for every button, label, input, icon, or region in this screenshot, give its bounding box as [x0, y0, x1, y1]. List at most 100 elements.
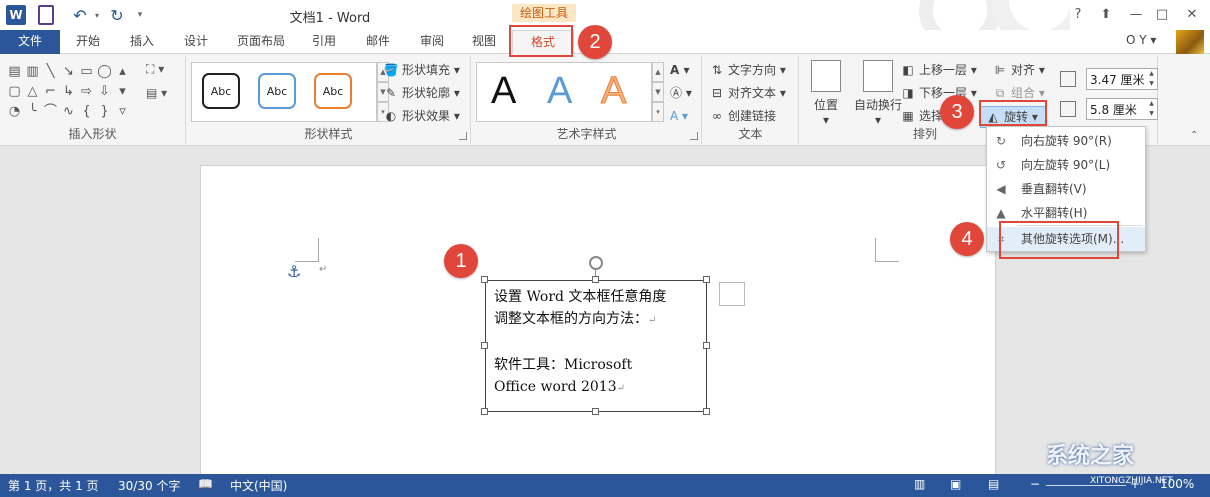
shape-effects-label: 形状效果 [402, 109, 451, 123]
more-shapes-down-icon[interactable]: ▾ [114, 82, 131, 101]
tab-page-layout[interactable]: 页面布局 [226, 30, 296, 54]
document-page[interactable]: ⚓ ↵ 设置 Word 文本框任意角度 调整文本框的方向方法：↵ 软件工具：Mi… [200, 165, 996, 485]
customize-quick-access-icon[interactable]: ▾ [134, 5, 146, 25]
right-arrow-shape-icon[interactable]: ⇨ [78, 82, 95, 101]
line-shape-icon[interactable]: ╲ [42, 62, 59, 81]
shape-style-option[interactable]: Abc [202, 73, 240, 109]
gallery-scroll-up-icon[interactable]: ▲ [652, 62, 664, 82]
wordart-gallery[interactable]: A A A [476, 62, 652, 122]
position-button[interactable]: 位置 ▾ [804, 60, 848, 127]
gallery-more-icon[interactable]: ▾ [652, 102, 664, 122]
avatar[interactable] [1176, 30, 1204, 54]
proofing-icon[interactable]: 📖 [198, 477, 213, 491]
undo-icon[interactable]: ↶ [68, 5, 92, 25]
oval-shape-icon[interactable]: ◯ [96, 62, 113, 81]
tab-review[interactable]: 审阅 [406, 30, 458, 54]
undo-dropdown-icon[interactable]: ▾ [92, 5, 102, 25]
resize-handle[interactable] [481, 276, 488, 283]
gallery-scroll-down-icon[interactable]: ▼ [652, 82, 664, 102]
tab-design[interactable]: 设计 [170, 30, 222, 54]
create-link-button[interactable]: ∞ 创建链接 [709, 106, 776, 126]
height-spinner-icon[interactable]: ▲ ▼ [1146, 69, 1157, 89]
wordart-style-option[interactable]: A [600, 69, 626, 113]
shape-effects-button[interactable]: ◐ 形状效果 ▾ [383, 106, 460, 126]
edit-shape-icon[interactable]: ⛶ ▾ [146, 62, 176, 80]
left-brace-shape-icon[interactable]: { [78, 102, 95, 121]
align-button[interactable]: ⊫ 对齐 ▾ [992, 60, 1045, 80]
triangle-shape-icon[interactable]: △ [24, 82, 41, 101]
dialog-launcher-icon[interactable] [459, 132, 467, 140]
ribbon-display-options-icon[interactable]: ⬆ [1094, 4, 1118, 26]
shapes-gallery-more-icon[interactable]: ▿ [114, 102, 131, 121]
freeform-shape-icon[interactable]: ◔ [6, 102, 23, 121]
tab-home[interactable]: 开始 [62, 30, 114, 54]
language-status[interactable]: 中文(中国) [230, 477, 287, 494]
text-fill-icon[interactable]: A ▾ [670, 60, 690, 80]
draw-textbox-icon[interactable]: ▤ ▾ [146, 86, 176, 104]
arrow-line-shape-icon[interactable]: ↘ [60, 62, 77, 81]
down-arrow-shape-icon[interactable]: ⇩ [96, 82, 113, 101]
selection-pane-button[interactable]: ▦ 选择 [900, 106, 943, 126]
shape-fill-button[interactable]: 🪣 形状填充 ▾ [383, 60, 460, 80]
redo-icon[interactable]: ↻ [108, 5, 126, 25]
text-outline-icon[interactable]: Ⓐ ▾ [670, 83, 692, 103]
right-brace-shape-icon[interactable]: } [96, 102, 113, 121]
resize-handle[interactable] [592, 276, 599, 283]
help-button[interactable]: ? [1066, 4, 1090, 26]
align-text-button[interactable]: ⊟ 对齐文本 ▾ [709, 83, 786, 103]
menu-item-rotate-left[interactable]: ↺ 向左旋转 90°(L) [987, 153, 1145, 177]
shape-style-option[interactable]: Abc [314, 73, 352, 109]
menu-item-rotate-right[interactable]: ↻ 向右旋转 90°(R) [987, 129, 1145, 153]
arc-shape-icon[interactable]: ⌒ [42, 102, 59, 121]
rectangle-shape-icon[interactable]: ▭ [78, 62, 95, 81]
maximize-button[interactable]: □ [1150, 4, 1174, 26]
rounded-rect-shape-icon[interactable]: ▢ [6, 82, 23, 101]
print-layout-icon[interactable]: ▣ [950, 477, 961, 491]
elbow-arrow-shape-icon[interactable]: ↳ [60, 82, 77, 101]
zoom-out-icon[interactable]: − [1030, 477, 1040, 491]
width-spinner-icon[interactable]: ▲ ▼ [1146, 99, 1157, 119]
save-icon[interactable] [38, 5, 54, 25]
tab-mailings[interactable]: 邮件 [352, 30, 404, 54]
bring-forward-button[interactable]: ◧ 上移一层 ▾ [900, 60, 977, 80]
resize-handle[interactable] [703, 342, 710, 349]
shape-style-gallery[interactable]: Abc Abc Abc [191, 62, 377, 122]
menu-item-flip-vertical[interactable]: ◀ 垂直翻转(V) [987, 177, 1145, 201]
resize-handle[interactable] [703, 276, 710, 283]
shape-outline-button[interactable]: ✎ 形状轮廓 ▾ [383, 83, 460, 103]
tab-view[interactable]: 视图 [460, 30, 508, 54]
page-count-status[interactable]: 第 1 页，共 1 页 [8, 477, 99, 494]
tab-file[interactable]: 文件 [0, 30, 60, 54]
wave-shape-icon[interactable]: ∿ [60, 102, 77, 121]
minimize-button[interactable]: — [1124, 4, 1148, 26]
text-effects-icon[interactable]: A ▾ [670, 106, 688, 126]
curve-shape-icon[interactable]: ╰ [24, 102, 41, 121]
shapes-gallery[interactable]: ▤ ▥ ╲ ↘ ▭ ◯ ▴ ▢ △ ⌐ ↳ ⇨ ⇩ ▾ ◔ ╰ ⌒ ∿ { } … [6, 62, 128, 122]
collapse-ribbon-icon[interactable]: ⌃ [1190, 130, 1198, 141]
web-layout-icon[interactable]: ▤ [988, 477, 999, 491]
text-direction-icon: ⇅ [711, 63, 723, 77]
tab-references[interactable]: 引用 [298, 30, 350, 54]
tab-insert[interactable]: 插入 [116, 30, 168, 54]
textbox-line: Office word 2013↵ [494, 376, 698, 400]
rotation-handle[interactable] [589, 256, 603, 270]
word-count-status[interactable]: 30/30 个字 [118, 477, 180, 494]
resize-handle[interactable] [481, 342, 488, 349]
close-button[interactable]: ✕ [1180, 4, 1204, 26]
user-account-name[interactable]: O Y ▾ [1126, 33, 1156, 47]
layout-options-icon[interactable] [719, 282, 745, 306]
wordart-style-option[interactable]: A [547, 69, 572, 113]
vertical-text-box-shape-icon[interactable]: ▥ [24, 62, 41, 81]
text-box-shape-icon[interactable]: ▤ [6, 62, 23, 81]
more-shapes-up-icon[interactable]: ▴ [114, 62, 131, 81]
wordart-style-option[interactable]: A [491, 69, 516, 113]
resize-handle[interactable] [592, 408, 599, 415]
text-direction-button[interactable]: ⇅ 文字方向 ▾ [709, 60, 786, 80]
read-mode-icon[interactable]: ▥ [914, 477, 925, 491]
dialog-launcher-icon[interactable] [690, 132, 698, 140]
text-box[interactable]: 设置 Word 文本框任意角度 调整文本框的方向方法：↵ 软件工具：Micros… [485, 280, 707, 412]
resize-handle[interactable] [481, 408, 488, 415]
resize-handle[interactable] [703, 408, 710, 415]
shape-style-option[interactable]: Abc [258, 73, 296, 109]
elbow-connector-shape-icon[interactable]: ⌐ [42, 82, 59, 101]
